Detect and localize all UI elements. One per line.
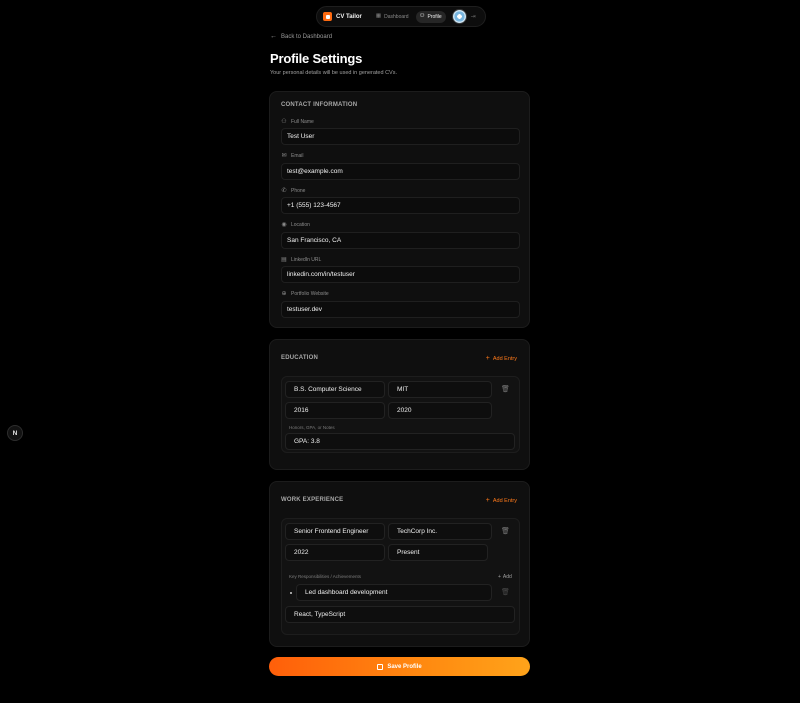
technologies-field[interactable]: React, TypeScript (285, 606, 515, 623)
page-title: Profile Settings (270, 51, 363, 66)
notes-label: Honors, GPA, or Notes (289, 425, 335, 430)
brand-name: CV Tailor (336, 13, 362, 20)
dev-tools-badge[interactable]: N (7, 425, 23, 441)
plus-icon: + (485, 497, 490, 504)
degree-field[interactable]: B.S. Computer Science (285, 381, 385, 398)
end-year-field[interactable]: 2020 (388, 402, 492, 419)
nav-item-label: Dashboard (384, 13, 409, 20)
back-to-dashboard-link[interactable]: ← Back to Dashboard (270, 33, 332, 40)
field-label-text: Location (291, 222, 310, 228)
save-button-label: Save Profile (387, 663, 422, 670)
end-date-field[interactable]: Present (388, 544, 488, 561)
section-title: EDUCATION (281, 355, 319, 361)
notes-field[interactable]: GPA: 3.8 (285, 433, 515, 450)
portfolio-website-field[interactable]: testuser.dev (281, 301, 520, 318)
field-label-text: Full Name (291, 119, 314, 125)
briefcase-icon: ▤ (281, 257, 287, 263)
phone-icon: ✆ (281, 188, 287, 194)
plus-icon: + (485, 355, 490, 362)
add-work-entry-button[interactable]: + Add Entry (486, 497, 517, 504)
job-title-field[interactable]: Senior Frontend Engineer (285, 523, 385, 540)
education-entry: B.S. Computer Science MIT 🗑 2016 2020 Ho… (281, 376, 520, 453)
responsibility-field[interactable]: Led dashboard development (296, 584, 492, 601)
add-entry-label: Add Entry (492, 497, 517, 504)
add-bullet-button[interactable]: + Add (498, 574, 512, 580)
bullet-dot (290, 592, 292, 594)
contact-information-card: CONTACT INFORMATION ⚇ Full Name Test Use… (269, 91, 530, 328)
page-subtitle: Your personal details will be used in ge… (270, 70, 397, 76)
portfolio-label: ⊕ Portfolio Website (281, 291, 329, 297)
section-title: WORK EXPERIENCE (281, 497, 344, 503)
work-experience-card: WORK EXPERIENCE + Add Entry Senior Front… (269, 481, 530, 647)
map-pin-icon: ◉ (281, 222, 287, 228)
email-field[interactable]: test@example.com (281, 163, 520, 180)
save-profile-button[interactable]: Save Profile (269, 657, 530, 676)
field-label-text: Phone (291, 188, 306, 194)
user-icon: ⚇ (281, 119, 287, 125)
field-label-text: Email (291, 153, 304, 159)
linkedin-url-field[interactable]: linkedin.com/in/testuser (281, 266, 520, 283)
badge-letter: N (12, 429, 18, 437)
full-name-label: ⚇ Full Name (281, 119, 314, 125)
brand-logo-icon (323, 12, 332, 21)
logout-icon[interactable]: ⇥ (471, 13, 476, 20)
trash-icon[interactable]: 🗑 (501, 589, 510, 596)
start-year-field[interactable]: 2016 (285, 402, 385, 419)
top-navigation: CV Tailor ▦ Dashboard ⚇ Profile ⇥ (316, 6, 486, 27)
globe-icon: ⊕ (281, 291, 287, 297)
company-field[interactable]: TechCorp Inc. (388, 523, 492, 540)
education-card: EDUCATION + Add Entry B.S. Computer Scie… (269, 339, 530, 470)
add-bullet-label: Add (502, 574, 512, 580)
phone-field[interactable]: +1 (555) 123-4567 (281, 197, 520, 214)
save-icon (377, 663, 384, 670)
location-label: ◉ Location (281, 222, 310, 228)
grid-icon: ▦ (375, 12, 382, 19)
nav-item-dashboard[interactable]: ▦ Dashboard (372, 11, 413, 23)
section-title: CONTACT INFORMATION (281, 102, 358, 108)
full-name-field[interactable]: Test User (281, 128, 520, 145)
field-label-text: Portfolio Website (291, 291, 329, 297)
nav-item-profile[interactable]: ⚇ Profile (415, 10, 446, 23)
brand[interactable]: CV Tailor (323, 12, 362, 21)
field-label-text: LinkedIn URL (291, 257, 322, 263)
avatar[interactable] (451, 9, 467, 24)
location-field[interactable]: San Francisco, CA (281, 232, 520, 249)
user-icon: ⚇ (419, 12, 425, 19)
phone-label: ✆ Phone (281, 188, 305, 194)
email-label: ✉ Email (281, 153, 304, 159)
add-education-entry-button[interactable]: + Add Entry (486, 355, 517, 362)
mail-icon: ✉ (281, 153, 287, 159)
plus-icon: + (498, 574, 501, 580)
linkedin-label: ▤ LinkedIn URL (281, 257, 321, 263)
back-link-label: Back to Dashboard (281, 33, 333, 40)
trash-icon[interactable]: 🗑 (501, 528, 510, 535)
arrow-left-icon: ← (270, 33, 277, 40)
add-entry-label: Add Entry (492, 355, 517, 362)
start-year-field[interactable]: 2022 (285, 544, 385, 561)
work-entry: Senior Frontend Engineer TechCorp Inc. 🗑… (281, 518, 520, 635)
responsibilities-label: Key Responsibilities / Achievements (289, 574, 362, 579)
nav-item-label: Profile (427, 13, 442, 20)
trash-icon[interactable]: 🗑 (501, 386, 510, 393)
school-field[interactable]: MIT (388, 381, 492, 398)
